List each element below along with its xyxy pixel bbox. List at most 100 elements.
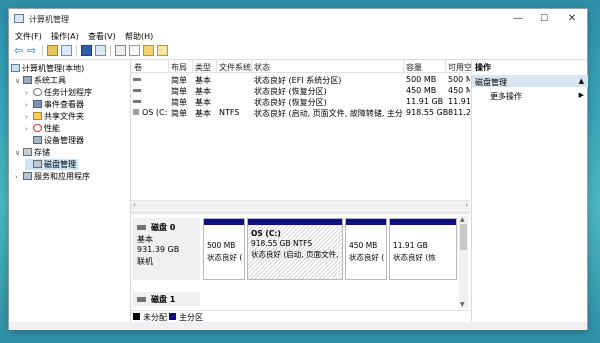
menu-bar: 文件(F) 操作(A) 查看(V) 帮助(H) <box>9 29 587 42</box>
column-divider[interactable] <box>403 60 404 72</box>
collapse-chevron-icon[interactable]: ∨ <box>15 149 23 157</box>
tree-storage[interactable]: ∨ 存储 <box>15 147 50 158</box>
help-icon[interactable] <box>81 45 92 56</box>
table-row[interactable]: 简单 基本 状态良好 (恢复分区) 11.91 GB 11.91 <box>131 96 470 107</box>
collapse-arrow-icon[interactable]: ▲ <box>579 77 584 85</box>
expand-chevron-icon[interactable]: › <box>15 173 23 181</box>
volume-icon <box>133 109 139 115</box>
actions-section-disk-management[interactable]: 磁盘管理 ▲ <box>472 75 588 87</box>
toolbar-separator <box>110 45 111 56</box>
actions-pane: 操作 磁盘管理 ▲ 更多操作 ▶ <box>471 60 588 322</box>
device-manager-icon <box>33 136 42 144</box>
folder-icon[interactable] <box>143 45 154 56</box>
tree-device-manager[interactable]: 设备管理器 <box>25 135 84 146</box>
tree-event-viewer[interactable]: › 事件查看器 <box>25 99 84 110</box>
tree-label: 任务计划程序 <box>44 88 92 97</box>
column-divider[interactable] <box>251 60 252 72</box>
scroll-left-icon[interactable]: ‹ <box>133 201 136 209</box>
disk-management-pane: 卷 布局 类型 文件系统 状态 容量 可用空 简单 基本 状态良好 (EFI 系… <box>131 60 472 322</box>
partition-size: 500 MB <box>207 241 236 250</box>
menu-action[interactable]: 操作(A) <box>51 31 79 42</box>
scroll-right-icon[interactable]: › <box>465 201 468 209</box>
column-divider[interactable] <box>445 60 446 72</box>
table-row[interactable]: 简单 基本 状态良好 (EFI 系统分区) 500 MB 500 M <box>131 74 470 85</box>
volume-icon <box>133 100 141 103</box>
disk-icon <box>137 297 146 302</box>
menu-view[interactable]: 查看(V) <box>88 31 116 42</box>
computer-management-window: 计算机管理 — ☐ ✕ 文件(F) 操作(A) 查看(V) 帮助(H) ⇦ ⇨ … <box>8 8 588 330</box>
cell-volume: OS (C:) <box>142 108 168 117</box>
scroll-up-icon[interactable]: ▲ <box>460 216 465 223</box>
tree-label: 系统工具 <box>34 76 66 85</box>
table-row[interactable]: OS (C:) 简单 基本 NTFS 状态良好 (启动, 页面文件, 故障转储,… <box>131 107 470 118</box>
volume-table-horizontal-scrollbar[interactable]: ‹ › <box>131 200 470 210</box>
disk-0-type: 基本 <box>137 235 153 244</box>
menu-help[interactable]: 帮助(H) <box>125 31 153 42</box>
window-title: 计算机管理 <box>29 15 69 24</box>
maximize-button[interactable]: ☐ <box>531 11 557 27</box>
partition-status: 状态良好 ( <box>207 253 243 262</box>
collapse-chevron-icon[interactable]: ∨ <box>15 77 23 85</box>
partition-efi[interactable]: 500 MB 状态良好 ( <box>203 218 245 280</box>
expand-chevron-icon[interactable]: › <box>25 89 33 97</box>
cell-capacity: 500 MB <box>406 75 437 84</box>
column-header-type[interactable]: 类型 <box>195 62 211 73</box>
cell-type: 基本 <box>195 109 211 118</box>
more-actions-item[interactable]: 更多操作 ▶ <box>472 89 588 101</box>
cell-free: 811.2 <box>448 108 470 117</box>
tree-services-applications[interactable]: › 服务和应用程序 <box>15 171 90 182</box>
expand-chevron-icon[interactable]: › <box>25 125 33 133</box>
tree-computer-management[interactable]: 计算机管理(本地) <box>11 63 84 74</box>
actions-header: 操作 <box>472 60 588 72</box>
disk-1-label[interactable]: 磁盘 1 <box>133 292 200 306</box>
menu-file[interactable]: 文件(F) <box>15 31 42 42</box>
column-divider[interactable] <box>168 60 169 72</box>
column-header-capacity[interactable]: 容量 <box>406 62 422 73</box>
partition-recovery-2[interactable]: 11.91 GB 状态良好 (恢 <box>389 218 457 280</box>
tree-task-scheduler[interactable]: › 任务计划程序 <box>25 87 92 98</box>
column-header-filesystem[interactable]: 文件系统 <box>219 62 251 73</box>
expand-chevron-icon[interactable]: › <box>25 101 33 109</box>
tree-system-tools[interactable]: ∨ 系统工具 <box>15 75 66 86</box>
disk-0-status: 联机 <box>137 257 153 266</box>
column-divider[interactable] <box>216 60 217 72</box>
partition-os-c[interactable]: OS (C:) 918.55 GB NTFS 状态良好 (启动, 页面文件, 故 <box>247 218 343 280</box>
partition-bar <box>346 219 386 225</box>
checklist-icon[interactable] <box>129 45 140 56</box>
close-button[interactable]: ✕ <box>559 11 585 27</box>
connect-icon[interactable] <box>115 45 126 56</box>
table-row[interactable]: 简单 基本 状态良好 (恢复分区) 450 MB 450 M <box>131 85 470 96</box>
partition-bar <box>390 219 456 225</box>
tree-label: 磁盘管理 <box>44 160 76 169</box>
expand-chevron-icon[interactable]: › <box>25 113 33 121</box>
properties-icon[interactable] <box>95 45 106 56</box>
pane-splitter[interactable] <box>131 211 470 214</box>
tree-disk-management[interactable]: 磁盘管理 <box>25 159 78 170</box>
partition-status: 状态良好 (启动, 页面文件, 故 <box>251 250 341 259</box>
scroll-down-icon[interactable]: ▼ <box>460 301 465 308</box>
primary-partition-swatch <box>169 313 176 320</box>
column-divider[interactable] <box>192 60 193 72</box>
tree-label: 存储 <box>34 148 50 157</box>
disk-0-name: 磁盘 0 <box>151 223 176 232</box>
forward-arrow-icon[interactable]: ⇨ <box>27 45 38 56</box>
column-header-volume[interactable]: 卷 <box>134 62 142 73</box>
title-bar: 计算机管理 — ☐ ✕ <box>9 9 587 29</box>
show-hide-tree-icon[interactable] <box>61 45 72 56</box>
disk-0-label[interactable]: 磁盘 0 基本 931.39 GB 联机 <box>133 218 200 280</box>
scrollbar-thumb[interactable] <box>460 224 467 250</box>
tree-shared-folders[interactable]: › 共享文件夹 <box>25 111 84 122</box>
volume-icon <box>133 78 141 81</box>
up-folder-icon[interactable] <box>47 45 58 56</box>
back-arrow-icon[interactable]: ⇦ <box>14 45 25 56</box>
disk-view-vertical-scrollbar[interactable]: ▲ ▼ <box>459 216 468 308</box>
tree-performance[interactable]: › 性能 <box>25 123 60 134</box>
new-item-icon[interactable] <box>157 45 168 56</box>
partition-recovery-1[interactable]: 450 MB 状态良好 ( <box>345 218 387 280</box>
column-header-status[interactable]: 状态 <box>254 62 270 73</box>
actions-section-label: 磁盘管理 <box>475 78 507 87</box>
cell-capacity: 918.55 GB <box>406 108 449 117</box>
column-header-free[interactable]: 可用空 <box>448 62 472 73</box>
minimize-button[interactable]: — <box>505 11 531 27</box>
column-header-layout[interactable]: 布局 <box>171 62 187 73</box>
